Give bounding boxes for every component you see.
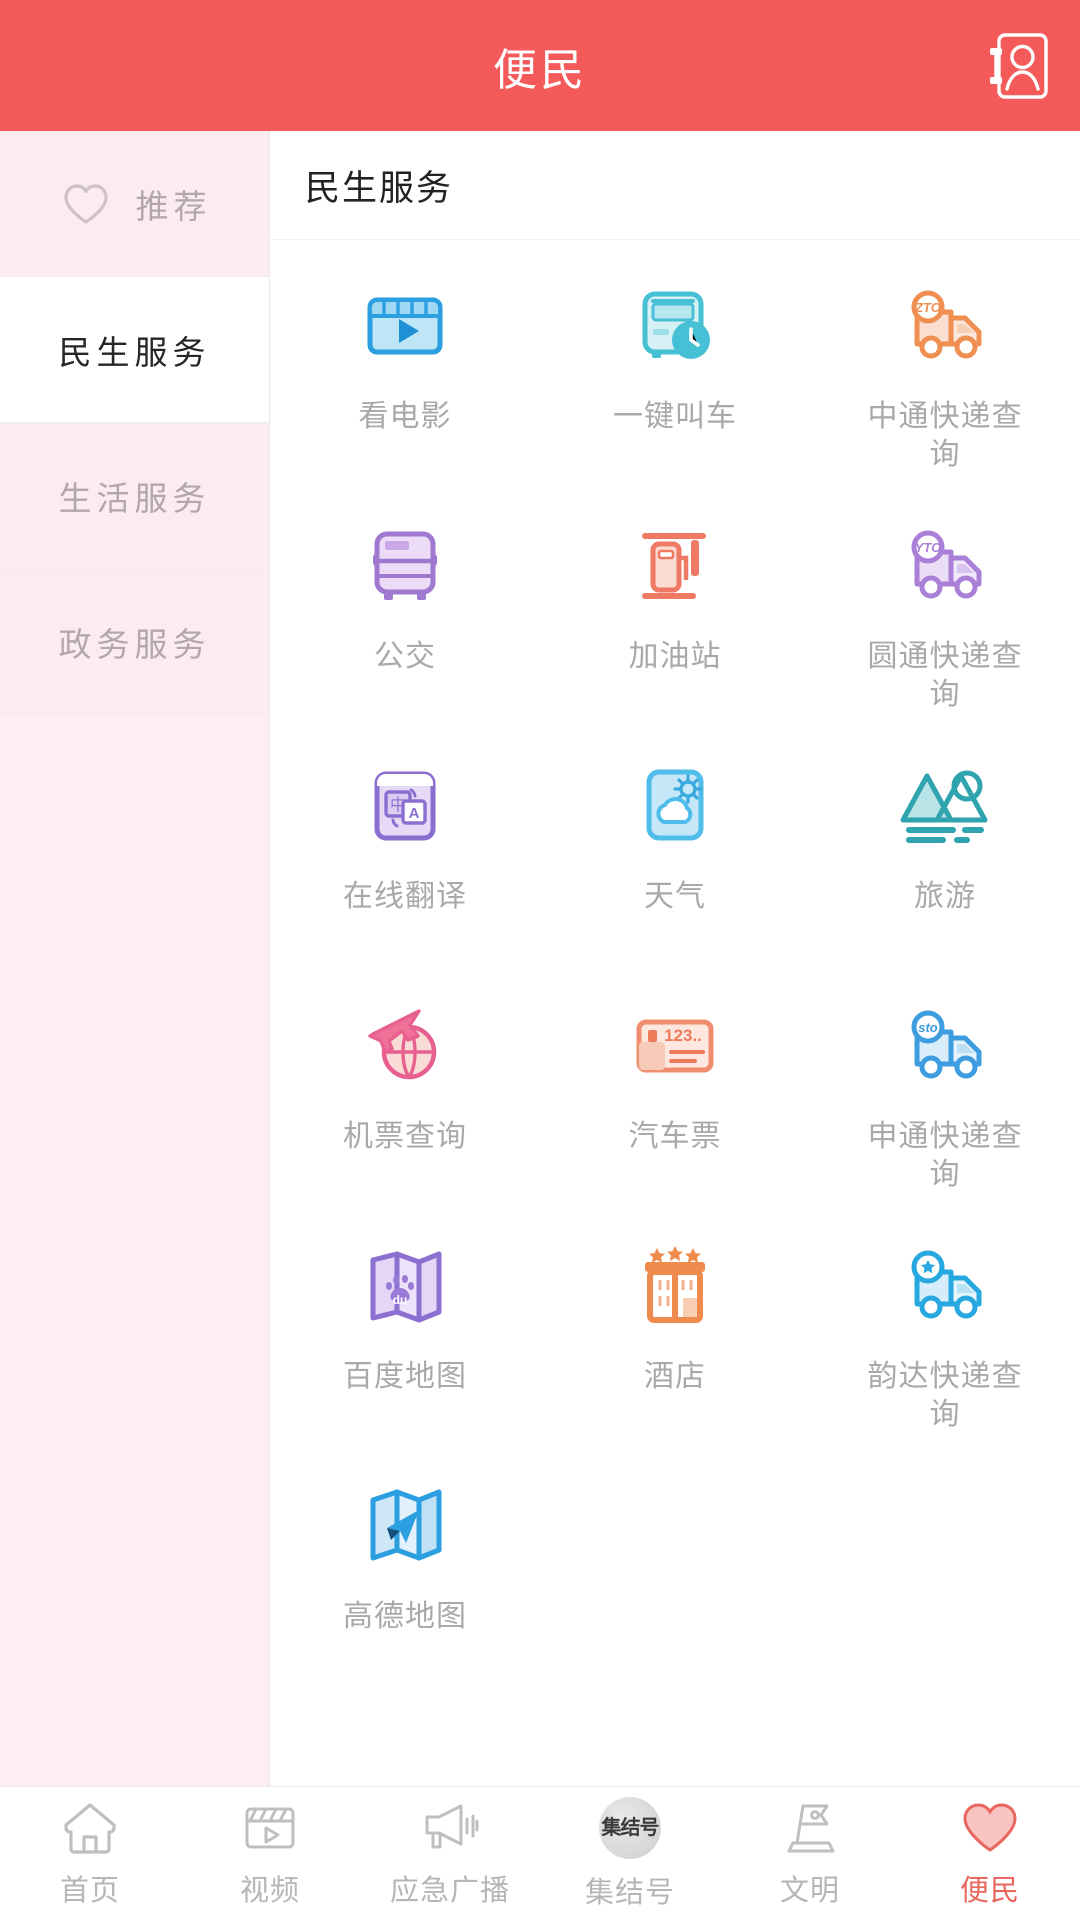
video-icon	[239, 1799, 301, 1857]
tab-label: 集结号	[584, 1876, 675, 1909]
jijiehao-seal-icon: 集结号	[599, 1796, 661, 1859]
service-item-label: 汽车票	[628, 1120, 722, 1153]
service-item-weather[interactable]: 天气	[540, 742, 810, 982]
service-item-movie[interactable]: 看电影	[270, 262, 540, 502]
sidebar-item-govservice[interactable]: 政务服务	[0, 569, 269, 715]
svg-text:sto: sto	[918, 1020, 938, 1035]
service-item-baidumap[interactable]: du 百度地图	[270, 1222, 540, 1462]
sidebar-item-label: 政务服务	[58, 625, 211, 663]
service-item-gasstation[interactable]: 加油站	[540, 502, 810, 742]
service-item-label: 韵达快递查询	[867, 1360, 1023, 1432]
tab-label: 应急广播	[389, 1874, 510, 1907]
translate-icon: 中 A	[353, 754, 457, 858]
service-item-yunda[interactable]: 韵达快递查询	[810, 1222, 1080, 1462]
home-icon	[59, 1799, 121, 1857]
service-item-translate[interactable]: 中 A 在线翻译	[270, 742, 540, 982]
service-item-sto[interactable]: sto 申通快递查询	[810, 982, 1080, 1222]
amap-icon	[353, 1474, 457, 1578]
service-item-yto[interactable]: YTO 圆通快递查询	[810, 502, 1080, 742]
service-item-flight[interactable]: 机票查询	[270, 982, 540, 1222]
section-header: 民生服务	[270, 131, 1080, 240]
tab-civilization[interactable]: 文明	[720, 1787, 900, 1920]
film-play-icon	[353, 274, 457, 378]
service-item-label: 看电影	[358, 400, 452, 433]
sto-truck-icon: sto	[893, 994, 997, 1098]
svg-text:A: A	[409, 805, 420, 822]
page-title: 便民	[493, 45, 587, 95]
section-title: 民生服务	[305, 168, 454, 208]
tab-label: 首页	[59, 1874, 120, 1907]
megaphone-icon	[419, 1799, 481, 1857]
service-item-label: 圆通快递查询	[867, 640, 1023, 712]
service-item-label: 高德地图	[343, 1600, 467, 1633]
sidebar-item-livelihood[interactable]: 民生服务	[0, 277, 269, 423]
tab-convenience[interactable]: 便民	[900, 1787, 1080, 1920]
travel-mountain-icon	[893, 754, 997, 858]
app-header: 便民	[0, 0, 1080, 131]
baidu-map-icon: du	[353, 1234, 457, 1338]
sidebar-item-recommend[interactable]: 推荐	[0, 131, 269, 277]
service-item-travel[interactable]: 旅游	[810, 742, 1080, 982]
tab-label: 文明	[779, 1874, 840, 1907]
service-item-label: 一键叫车	[613, 400, 737, 433]
service-item-label: 酒店	[644, 1360, 706, 1393]
tab-jijiehao[interactable]: 集结号 集结号	[540, 1787, 720, 1920]
service-item-label: 旅游	[914, 880, 976, 913]
weather-icon	[623, 754, 727, 858]
sidebar-item-label: 生活服务	[58, 479, 211, 517]
tab-label: 视频	[239, 1874, 300, 1907]
service-item-label: 天气	[644, 880, 706, 913]
service-item-hotel[interactable]: 酒店	[540, 1222, 810, 1462]
sidebar-item-lifeservice[interactable]: 生活服务	[0, 423, 269, 569]
tab-emergency-broadcast[interactable]: 应急广播	[360, 1787, 540, 1920]
tab-label: 便民	[959, 1874, 1020, 1907]
heart-filled-icon	[959, 1799, 1021, 1857]
service-item-bus[interactable]: 公交	[270, 502, 540, 742]
heart-outline-icon	[58, 176, 114, 232]
service-panel: 民生服务 看电影 一键叫车 ZTO 中通快递查询 公交 加油站 YTO 圆通快递…	[270, 131, 1080, 1786]
zto-truck-icon: ZTO	[893, 274, 997, 378]
tab-video[interactable]: 视频	[180, 1787, 360, 1920]
service-item-label: 机票查询	[343, 1120, 467, 1153]
sidebar-item-label: 民生服务	[58, 333, 211, 371]
service-item-label: 中通快递查询	[867, 400, 1023, 472]
service-item-label: 百度地图	[343, 1360, 467, 1393]
svg-text:du: du	[393, 1293, 408, 1307]
sidebar-item-label: 推荐	[135, 187, 212, 225]
service-item-label: 加油站	[628, 640, 722, 673]
flight-globe-icon	[353, 994, 457, 1098]
bus-icon	[353, 514, 457, 618]
service-item-zto[interactable]: ZTO 中通快递查询	[810, 262, 1080, 502]
category-sidebar: 推荐 民生服务 生活服务 政务服务	[0, 131, 270, 1786]
service-item-label: 在线翻译	[343, 880, 467, 913]
yto-truck-icon: YTO	[893, 514, 997, 618]
taxi-clock-icon	[623, 274, 727, 378]
content-area: 推荐 民生服务 生活服务 政务服务 民生服务 看电影 一键叫车 ZTO 中通快递…	[0, 131, 1080, 1786]
svg-text:123..: 123..	[664, 1026, 702, 1045]
svg-text:ZTO: ZTO	[914, 300, 941, 315]
hotel-icon	[623, 1234, 727, 1338]
flag-icon	[779, 1799, 841, 1857]
service-grid: 看电影 一键叫车 ZTO 中通快递查询 公交 加油站 YTO 圆通快递查询 中 …	[270, 240, 1080, 1786]
service-item-label: 公交	[374, 640, 436, 673]
bus-ticket-icon: 123..	[623, 994, 727, 1098]
yunda-truck-icon	[893, 1234, 997, 1338]
service-item-amap[interactable]: 高德地图	[270, 1462, 540, 1702]
app-root: 便民 推荐 民生服务 生活服务 政务服务 民生服务 看电影 一键叫车 ZTO 中…	[0, 0, 1080, 1920]
bottom-tabbar: 首页 视频 应急广播 集结号 集结号 文明 便民	[0, 1786, 1080, 1920]
gas-station-icon	[623, 514, 727, 618]
tab-home[interactable]: 首页	[0, 1787, 180, 1920]
service-item-busticket[interactable]: 123.. 汽车票	[540, 982, 810, 1222]
service-item-taxi[interactable]: 一键叫车	[540, 262, 810, 502]
svg-text:YTO: YTO	[915, 540, 942, 555]
service-item-label: 申通快递查询	[867, 1120, 1023, 1192]
contact-book-icon[interactable]	[978, 26, 1058, 106]
